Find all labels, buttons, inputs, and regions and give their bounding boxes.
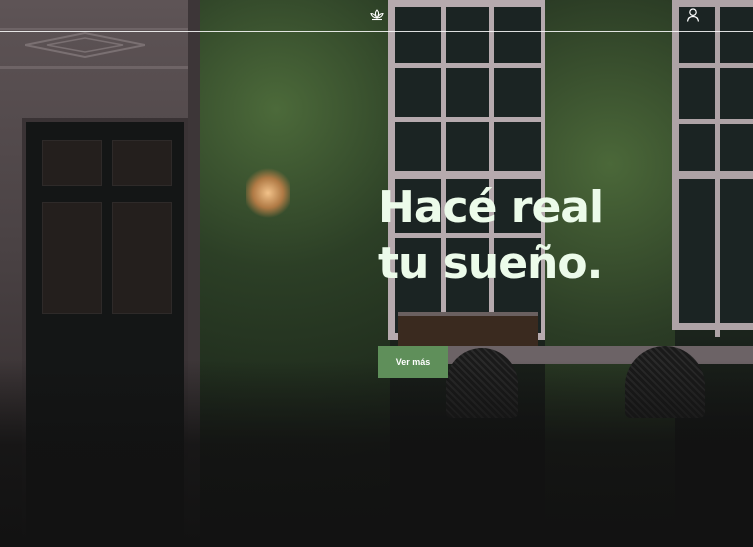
wall-lamp [246, 168, 290, 218]
user-icon[interactable] [685, 7, 701, 23]
planter-box [398, 312, 538, 350]
site-header [0, 0, 753, 32]
ver-mas-button[interactable]: Ver más [378, 346, 448, 378]
hero-section: Hacé real tu sueño. Ver más [0, 0, 753, 547]
headline-line-2: tu sueño. [378, 238, 603, 289]
hero-headline: Hacé real tu sueño. [378, 180, 604, 292]
headline-line-1: Hacé real [378, 182, 604, 233]
window-right [672, 0, 753, 337]
lotus-icon[interactable] [369, 7, 385, 23]
